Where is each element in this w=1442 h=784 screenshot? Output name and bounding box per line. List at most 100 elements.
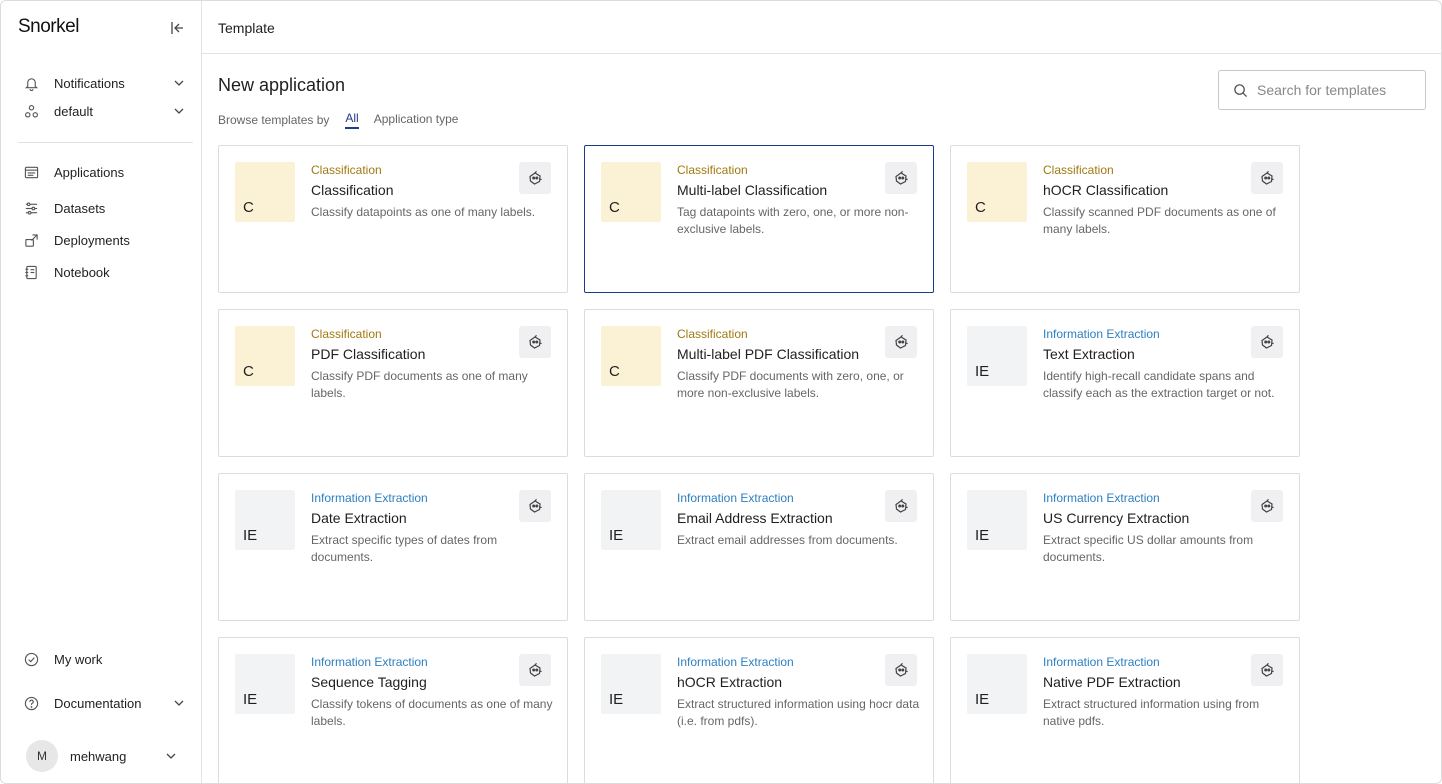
template-card[interactable]: IE Information Extraction Text Extractio… — [950, 309, 1300, 457]
template-category: Classification — [1043, 163, 1114, 177]
template-card[interactable]: IE Information Extraction hOCR Extractio… — [584, 637, 934, 783]
template-preview-button[interactable] — [885, 162, 917, 194]
template-card[interactable]: C Classification hOCR Classification Cla… — [950, 145, 1300, 293]
template-name: hOCR Classification — [1043, 182, 1169, 198]
tab-all[interactable]: All — [345, 111, 359, 129]
template-card[interactable]: IE Information Extraction Sequence Taggi… — [218, 637, 568, 783]
template-name: Date Extraction — [311, 510, 407, 526]
template-preview-button[interactable] — [1251, 654, 1283, 686]
template-thumbnail: IE — [235, 654, 295, 714]
template-category: Information Extraction — [311, 655, 428, 669]
search-icon — [1234, 83, 1248, 97]
template-badge: IE — [609, 691, 624, 708]
my-work-label: My work — [54, 651, 103, 667]
template-name: Multi-label Classification — [677, 182, 828, 198]
template-card[interactable]: C Classification PDF Classification Clas… — [218, 309, 568, 457]
template-name: Native PDF Extraction — [1043, 674, 1181, 690]
robot-icon — [895, 662, 908, 677]
template-card[interactable]: IE Information Extraction Email Address … — [584, 473, 934, 621]
template-card[interactable]: IE Information Extraction US Currency Ex… — [950, 473, 1300, 621]
template-card[interactable]: C Classification Multi-label PDF Classif… — [584, 309, 934, 457]
sidebar-item-deployments[interactable]: Deployments — [23, 229, 185, 251]
bell-icon — [23, 75, 39, 91]
browse-tabs: Browse templates by All Application type — [218, 111, 458, 129]
robot-icon — [529, 662, 542, 677]
search-input[interactable] — [1257, 82, 1427, 98]
chevron-down-icon — [174, 80, 184, 86]
template-description: Extract specific types of dates from doc… — [311, 533, 498, 564]
workspace-label: default — [54, 103, 94, 119]
sidebar-item-label: Deployments — [54, 232, 130, 248]
template-description: Classify PDF documents as one of many la… — [311, 369, 528, 400]
template-description: Classify PDF documents with zero, one, o… — [677, 369, 904, 400]
template-category: Information Extraction — [1043, 491, 1160, 505]
template-badge: IE — [609, 527, 624, 544]
workspace-icon — [23, 103, 39, 119]
template-description: Extract specific US dollar amounts from … — [1043, 533, 1254, 564]
template-thumbnail: IE — [601, 490, 661, 550]
user-menu[interactable]: mehwang — [70, 745, 177, 767]
robot-icon — [529, 498, 542, 513]
template-preview-button[interactable] — [1251, 326, 1283, 358]
template-thumbnail: IE — [967, 654, 1027, 714]
datasets-icon — [23, 200, 39, 216]
documentation-menu[interactable]: Documentation — [23, 692, 185, 714]
robot-icon — [1261, 170, 1274, 185]
collapse-sidebar-icon[interactable] — [169, 20, 185, 36]
template-category: Information Extraction — [1043, 655, 1160, 669]
template-preview-button[interactable] — [885, 490, 917, 522]
robot-icon — [895, 334, 908, 349]
template-preview-button[interactable] — [1251, 490, 1283, 522]
template-name: US Currency Extraction — [1043, 510, 1190, 526]
template-thumbnail: C — [601, 162, 661, 222]
page-header-title: Template — [218, 20, 275, 36]
template-preview-button[interactable] — [519, 326, 551, 358]
template-badge: C — [609, 199, 620, 216]
tab-application-type[interactable]: Application type — [374, 112, 459, 128]
template-thumbnail: C — [235, 162, 295, 222]
notebook-icon — [23, 264, 39, 280]
template-name: Text Extraction — [1043, 346, 1135, 362]
workspace-selector[interactable]: default — [23, 100, 185, 122]
robot-icon — [1261, 334, 1274, 349]
template-badge: IE — [975, 363, 990, 380]
template-category: Classification — [677, 327, 748, 341]
template-preview-button[interactable] — [885, 326, 917, 358]
documentation-label: Documentation — [54, 695, 142, 711]
sidebar-item-datasets[interactable]: Datasets — [23, 197, 185, 219]
template-card[interactable]: IE Information Extraction Date Extractio… — [218, 473, 568, 621]
template-category: Classification — [311, 163, 382, 177]
template-description: Extract email addresses from documents. — [677, 533, 898, 547]
template-category: Information Extraction — [1043, 327, 1160, 341]
template-badge: C — [975, 199, 986, 216]
sidebar-item-label: Applications — [54, 164, 125, 180]
avatar[interactable]: M — [26, 740, 58, 772]
template-description: Classify datapoints as one of many label… — [311, 205, 536, 219]
notifications-menu[interactable]: Notifications — [23, 72, 185, 94]
template-category: Classification — [677, 163, 748, 177]
help-circle-icon — [23, 695, 39, 711]
chevron-down-icon — [166, 753, 176, 759]
sidebar-item-notebook[interactable]: Notebook — [23, 261, 185, 283]
my-work-link[interactable]: My work — [23, 648, 185, 670]
template-preview-button[interactable] — [519, 654, 551, 686]
search-box[interactable] — [1218, 70, 1427, 110]
template-card[interactable]: IE Information Extraction Native PDF Ext… — [950, 637, 1300, 783]
template-card[interactable]: C Classification Classification Classify… — [218, 145, 568, 293]
template-thumbnail: C — [967, 162, 1027, 222]
template-thumbnail: C — [601, 326, 661, 386]
robot-icon — [529, 334, 542, 349]
template-description: Identify high-recall candidate spans and… — [1043, 369, 1275, 400]
template-card[interactable]: C Classification Multi-label Classificat… — [584, 145, 934, 293]
deployments-icon — [23, 232, 39, 248]
sidebar-item-applications[interactable]: Applications — [23, 161, 185, 183]
page-title: New application — [218, 75, 346, 95]
template-preview-button[interactable] — [519, 490, 551, 522]
sidebar-item-label: Datasets — [54, 200, 106, 216]
user-name: mehwang — [70, 748, 127, 764]
template-badge: IE — [975, 691, 990, 708]
template-thumbnail: C — [235, 326, 295, 386]
template-preview-button[interactable] — [1251, 162, 1283, 194]
template-preview-button[interactable] — [519, 162, 551, 194]
template-preview-button[interactable] — [885, 654, 917, 686]
